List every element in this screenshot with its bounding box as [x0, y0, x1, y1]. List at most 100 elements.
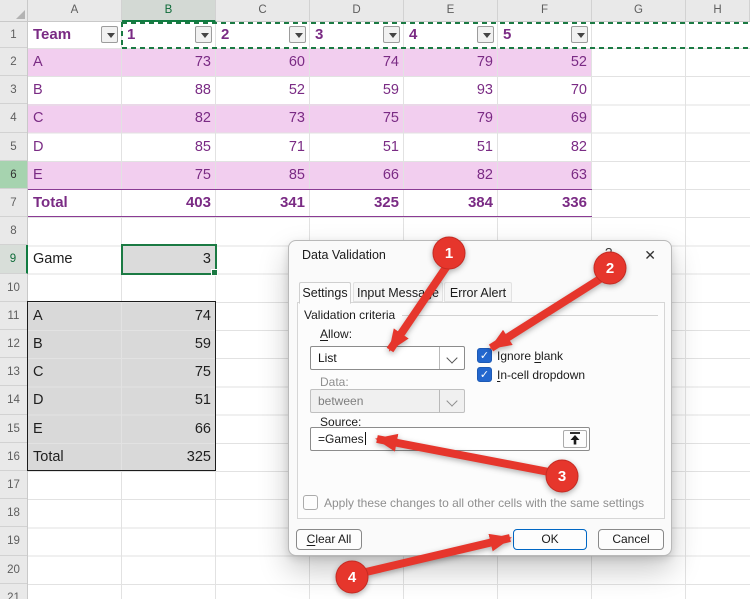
- cell-B4[interactable]: 82: [122, 104, 216, 132]
- cell-D6[interactable]: 66: [310, 161, 404, 189]
- column-header-G[interactable]: G: [592, 0, 686, 21]
- row-header-7[interactable]: 7: [0, 189, 27, 218]
- cell-E4[interactable]: 79: [404, 104, 498, 132]
- filter-button-A1[interactable]: [101, 26, 118, 43]
- column-header-C[interactable]: C: [216, 0, 310, 21]
- row-header-18[interactable]: 18: [0, 499, 27, 528]
- incell-dropdown-checkbox[interactable]: ✓: [477, 367, 492, 382]
- tab-input-message[interactable]: Input Message: [353, 282, 443, 302]
- cell-D2[interactable]: 74: [310, 48, 404, 76]
- cell-D5[interactable]: 51: [310, 133, 404, 161]
- cell-A13[interactable]: C: [28, 358, 122, 386]
- collapse-dialog-button[interactable]: [563, 430, 587, 448]
- row-header-9[interactable]: 9: [0, 245, 28, 274]
- row-header-16[interactable]: 16: [0, 443, 27, 471]
- filter-button-C1[interactable]: [289, 26, 306, 43]
- row-header-4[interactable]: 4: [0, 104, 27, 133]
- cell-F3[interactable]: 70: [498, 76, 592, 104]
- filter-button-B1[interactable]: [195, 26, 212, 43]
- row-header-6[interactable]: 6: [0, 160, 27, 189]
- column-header-A[interactable]: A: [28, 0, 122, 21]
- cell-A9[interactable]: Game: [28, 245, 122, 273]
- row-header-14[interactable]: 14: [0, 386, 27, 415]
- row-header-20[interactable]: 20: [0, 556, 27, 584]
- filter-button-F1[interactable]: [571, 26, 588, 43]
- cell-B11[interactable]: 74: [122, 302, 216, 330]
- cell-C7[interactable]: 341: [216, 189, 310, 217]
- cell-C5[interactable]: 71: [216, 133, 310, 161]
- cell-F4[interactable]: 69: [498, 104, 592, 132]
- cell-F7[interactable]: 336: [498, 189, 592, 217]
- cell-E6[interactable]: 82: [404, 161, 498, 189]
- allow-dropdown-button[interactable]: [439, 347, 464, 369]
- row-header-10[interactable]: 10: [0, 274, 27, 302]
- row-header-15[interactable]: 15: [0, 415, 27, 443]
- select-all-corner[interactable]: [0, 0, 28, 22]
- help-button[interactable]: ?: [605, 245, 612, 260]
- cell-B14[interactable]: 51: [122, 386, 216, 414]
- ok-button[interactable]: OK: [513, 529, 587, 550]
- row-header-13[interactable]: 13: [0, 358, 27, 387]
- ignore-blank-checkbox[interactable]: ✓: [477, 348, 492, 363]
- cell-A6[interactable]: E: [28, 161, 122, 189]
- row-header-11[interactable]: 11: [0, 302, 27, 330]
- cell-B12[interactable]: 59: [122, 330, 216, 358]
- cell-A12[interactable]: B: [28, 330, 122, 358]
- cell-F6[interactable]: 63: [498, 161, 592, 189]
- clear-all-button[interactable]: Clear All: [296, 529, 362, 550]
- cell-B5[interactable]: 85: [122, 133, 216, 161]
- cell-A11[interactable]: A: [28, 302, 122, 330]
- close-icon[interactable]: ✕: [644, 247, 656, 264]
- cell-E7[interactable]: 384: [404, 189, 498, 217]
- row-header-3[interactable]: 3: [0, 76, 27, 105]
- source-input[interactable]: =Games: [310, 427, 590, 451]
- cell-A2[interactable]: A: [28, 48, 122, 76]
- row-header-8[interactable]: 8: [0, 217, 27, 246]
- row-header-1[interactable]: 1: [0, 22, 27, 48]
- cell-B2[interactable]: 73: [122, 48, 216, 76]
- cell-E2[interactable]: 79: [404, 48, 498, 76]
- filter-button-E1[interactable]: [477, 26, 494, 43]
- row-header-12[interactable]: 12: [0, 330, 27, 359]
- cell-B6[interactable]: 75: [122, 161, 216, 189]
- row-header-21[interactable]: 21: [0, 584, 27, 599]
- cell-F5[interactable]: 82: [498, 133, 592, 161]
- cell-F2[interactable]: 52: [498, 48, 592, 76]
- row-header-2[interactable]: 2: [0, 48, 27, 77]
- cell-D7[interactable]: 325: [310, 189, 404, 217]
- cell-E3[interactable]: 93: [404, 76, 498, 104]
- cell-C4[interactable]: 73: [216, 104, 310, 132]
- cell-B15[interactable]: 66: [122, 415, 216, 443]
- filter-button-D1[interactable]: [383, 26, 400, 43]
- tab-error-alert[interactable]: Error Alert: [444, 282, 512, 302]
- column-header-H[interactable]: H: [686, 0, 750, 21]
- cancel-button[interactable]: Cancel: [598, 529, 664, 550]
- cell-B3[interactable]: 88: [122, 76, 216, 104]
- cell-A14[interactable]: D: [28, 386, 122, 414]
- cell-E5[interactable]: 51: [404, 133, 498, 161]
- cell-A3[interactable]: B: [28, 76, 122, 104]
- row-header-5[interactable]: 5: [0, 133, 27, 161]
- cell-C2[interactable]: 60: [216, 48, 310, 76]
- column-header-B[interactable]: B: [122, 0, 216, 22]
- column-header-E[interactable]: E: [404, 0, 498, 21]
- row-header-19[interactable]: 19: [0, 527, 27, 556]
- allow-dropdown[interactable]: List: [310, 346, 465, 370]
- row-header-17[interactable]: 17: [0, 471, 27, 500]
- fill-handle[interactable]: [211, 269, 218, 276]
- cell-C3[interactable]: 52: [216, 76, 310, 104]
- cell-D4[interactable]: 75: [310, 104, 404, 132]
- column-header-F[interactable]: F: [498, 0, 592, 21]
- cell-C6[interactable]: 85: [216, 161, 310, 189]
- cell-B7[interactable]: 403: [122, 189, 216, 217]
- cell-B16[interactable]: 325: [122, 443, 216, 471]
- cell-D3[interactable]: 59: [310, 76, 404, 104]
- cell-A15[interactable]: E: [28, 415, 122, 443]
- cell-A4[interactable]: C: [28, 104, 122, 132]
- active-cell-selection-border[interactable]: [121, 244, 217, 275]
- cell-A7[interactable]: Total: [28, 189, 122, 217]
- cell-A16[interactable]: Total: [28, 443, 122, 471]
- column-header-D[interactable]: D: [310, 0, 404, 21]
- tab-settings[interactable]: Settings: [299, 282, 351, 304]
- cell-A5[interactable]: D: [28, 133, 122, 161]
